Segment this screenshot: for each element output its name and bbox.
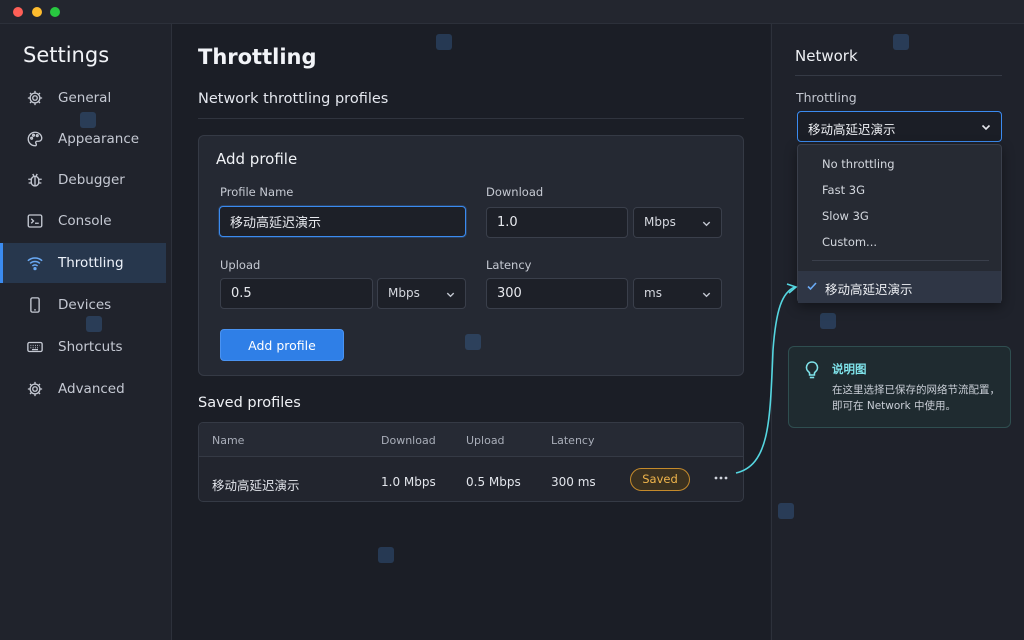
- sidebar-item-label: Appearance: [58, 131, 140, 147]
- checkmark-icon: [807, 282, 817, 291]
- sidebar-item-label: Debugger: [58, 172, 125, 188]
- upload-unit-select[interactable]: Mbps: [377, 278, 466, 309]
- phone-icon: [30, 297, 40, 313]
- watermark-mark: [820, 313, 836, 329]
- sidebar-item-shortcuts[interactable]: Shortcuts: [0, 327, 166, 367]
- add-profile-button[interactable]: Add profile: [220, 329, 344, 361]
- main-content: Throttling Network throttling profiles A…: [172, 24, 770, 640]
- add-profile-title: Add profile: [216, 150, 298, 168]
- menu-item-no-throttling[interactable]: No throttling: [822, 157, 895, 171]
- terminal-icon: [27, 214, 43, 228]
- sidebar-item-label: Devices: [58, 297, 112, 313]
- zoom-window-button[interactable]: [50, 7, 60, 17]
- sidebar-item-label: Advanced: [58, 381, 125, 397]
- watermark-mark: [378, 547, 394, 563]
- table-header: Name Download Upload Latency: [199, 423, 743, 457]
- menu-item-label: 移动高延迟演示: [825, 282, 913, 297]
- section-subtitle: Network throttling profiles: [198, 91, 389, 107]
- keyboard-icon: [27, 341, 43, 353]
- profile-name-label: Profile Name: [220, 185, 294, 199]
- note-text: 在这里选择已保存的网络节流配置，即可在 Network 中使用。: [832, 384, 1000, 412]
- more-horizontal-icon: [714, 476, 728, 480]
- lightbulb-icon: [805, 361, 819, 379]
- download-unit-value: Mbps: [644, 215, 676, 229]
- watermark-mark: [465, 334, 481, 350]
- column-header-latency: Latency: [551, 434, 595, 447]
- profile-name-input[interactable]: [219, 206, 466, 237]
- chevron-down-icon: [702, 292, 711, 298]
- sidebar-item-label: General: [58, 90, 112, 106]
- window-titlebar: [0, 0, 1024, 24]
- sidebar-item-label: Console: [58, 213, 112, 229]
- chevron-down-icon: [981, 124, 991, 131]
- column-header-name: Name: [212, 434, 245, 447]
- sidebar-item-advanced[interactable]: Advanced: [0, 369, 166, 409]
- download-unit-select[interactable]: Mbps: [633, 207, 722, 238]
- row-upload: 0.5 Mbps: [466, 475, 521, 489]
- sidebar-item-throttling[interactable]: Throttling: [0, 243, 166, 283]
- latency-unit-select[interactable]: ms: [633, 278, 722, 309]
- menu-item-selected-profile[interactable]: 移动高延迟演示: [798, 271, 1001, 303]
- watermark-mark: [436, 34, 452, 50]
- menu-separator: [812, 260, 989, 261]
- menu-item-slow-3g[interactable]: Slow 3G: [822, 209, 869, 223]
- palette-icon: [27, 131, 43, 147]
- close-window-button[interactable]: [13, 7, 23, 17]
- saved-profiles-table: Name Download Upload Latency 移动高延迟演示 1.0…: [198, 422, 744, 502]
- saved-status-badge: Saved: [630, 468, 690, 491]
- chevron-down-icon: [702, 221, 711, 227]
- watermark-mark: [86, 316, 102, 332]
- chevron-down-icon: [446, 292, 455, 298]
- explanation-note: 说明图 在这里选择已保存的网络节流配置，即可在 Network 中使用。: [788, 346, 1011, 428]
- latency-unit-value: ms: [644, 286, 662, 300]
- row-name: 移动高延迟演示: [212, 478, 300, 493]
- sidebar-item-label: Throttling: [58, 255, 124, 271]
- network-panel-title: Network: [795, 47, 858, 65]
- row-latency: 300 ms: [551, 475, 596, 489]
- menu-item-custom[interactable]: Custom...: [822, 235, 877, 249]
- watermark-mark: [778, 503, 794, 519]
- sidebar-item-label: Shortcuts: [58, 339, 123, 355]
- sidebar-item-debugger[interactable]: Debugger: [0, 160, 166, 200]
- upload-label: Upload: [220, 258, 261, 272]
- download-label: Download: [486, 185, 544, 199]
- throttling-dropdown-menu: No throttling Fast 3G Slow 3G Custom... …: [797, 144, 1002, 303]
- saved-profiles-title: Saved profiles: [198, 395, 301, 411]
- download-input[interactable]: [486, 207, 628, 238]
- network-panel: Network Throttling 移动高延迟演示 No throttling…: [771, 24, 1024, 640]
- latency-input[interactable]: [486, 278, 628, 309]
- throttling-label: Throttling: [796, 90, 857, 105]
- note-title: 说明图: [832, 362, 867, 376]
- sidebar-title: Settings: [23, 43, 110, 67]
- column-header-download: Download: [381, 434, 436, 447]
- throttling-selected-value: 移动高延迟演示: [808, 122, 896, 137]
- upload-input[interactable]: [220, 278, 373, 309]
- more-options-button[interactable]: [710, 467, 732, 489]
- wifi-icon: [27, 257, 43, 271]
- gear-icon: [27, 90, 43, 106]
- bug-icon: [28, 173, 42, 187]
- sidebar-item-devices[interactable]: Devices: [0, 285, 166, 325]
- page-title: Throttling: [198, 45, 317, 69]
- upload-unit-value: Mbps: [388, 286, 420, 300]
- minimize-window-button[interactable]: [32, 7, 42, 17]
- watermark-mark: [893, 34, 909, 50]
- row-download: 1.0 Mbps: [381, 475, 436, 489]
- section-divider: [198, 118, 744, 119]
- throttling-select[interactable]: 移动高延迟演示: [797, 111, 1002, 142]
- latency-label: Latency: [486, 258, 532, 272]
- gear-icon: [27, 381, 43, 397]
- sidebar-item-console[interactable]: Console: [0, 201, 166, 241]
- watermark-mark: [80, 112, 96, 128]
- network-panel-divider: [795, 75, 1002, 76]
- menu-item-fast-3g[interactable]: Fast 3G: [822, 183, 865, 197]
- column-header-upload: Upload: [466, 434, 505, 447]
